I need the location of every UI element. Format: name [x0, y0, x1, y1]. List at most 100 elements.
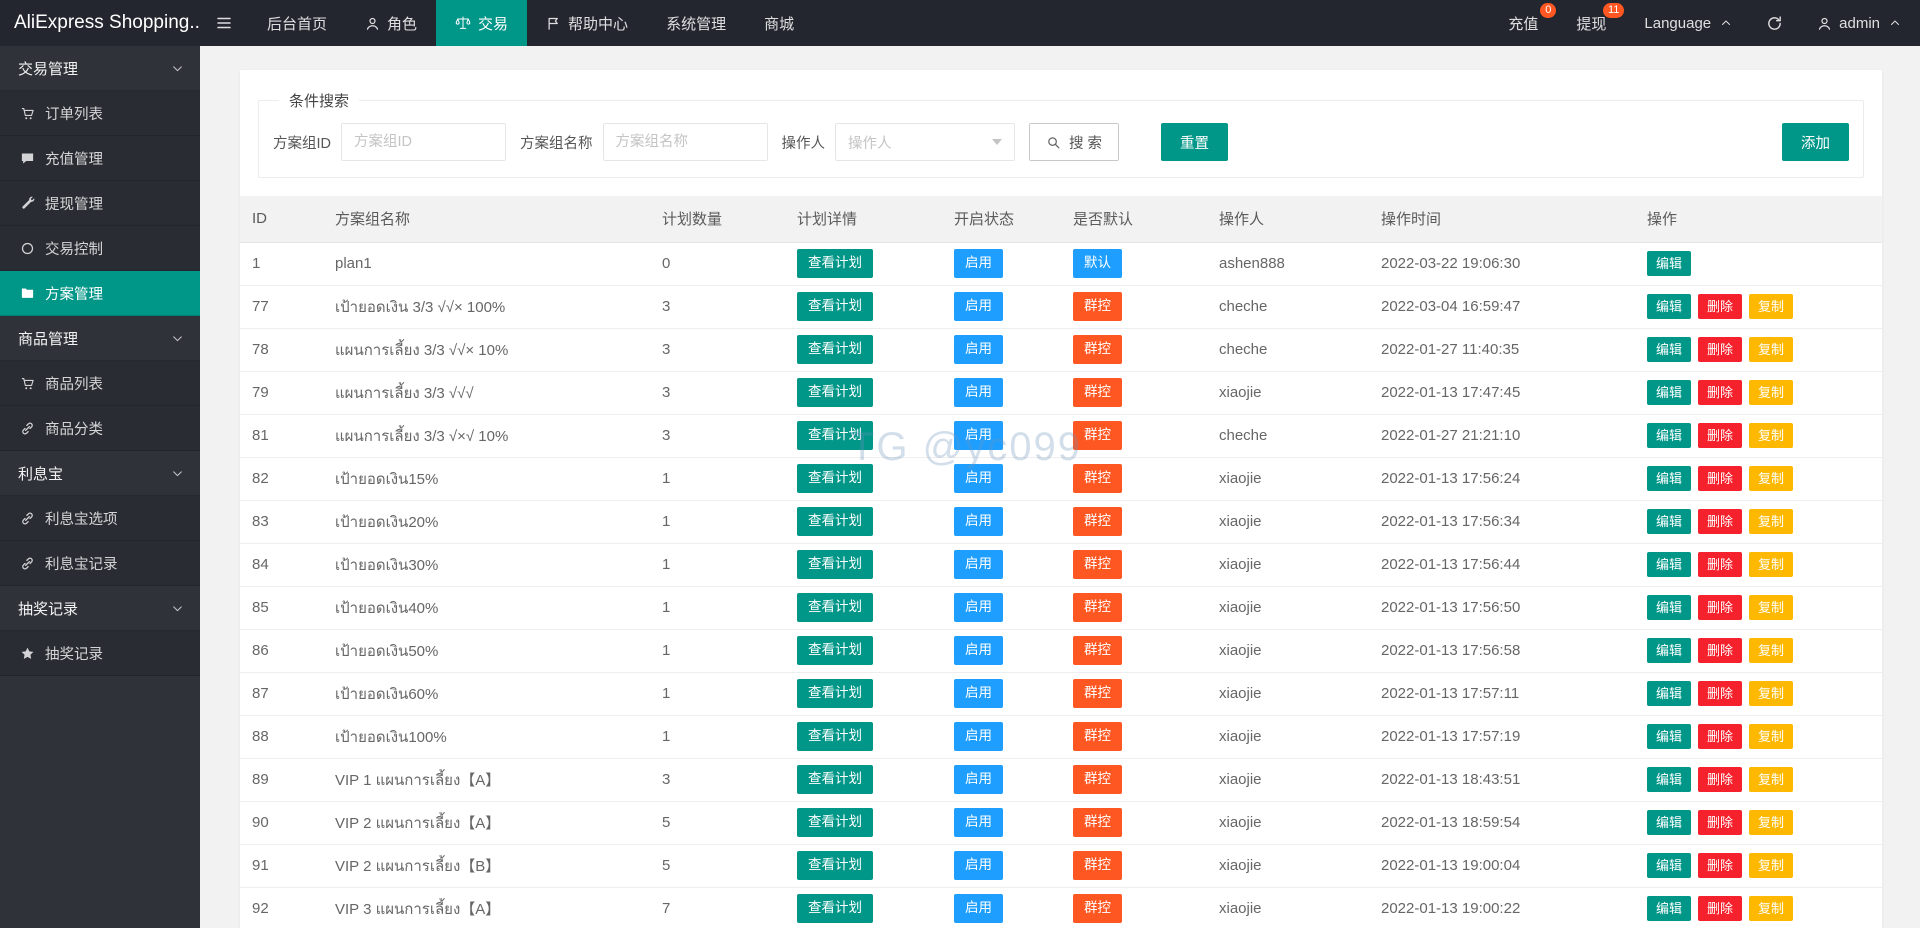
group-control-badge[interactable]: 群控 [1073, 464, 1122, 492]
sidebar-item-goods-list[interactable]: 商品列表 [0, 361, 200, 406]
view-plan-button[interactable]: 查看计划 [797, 378, 873, 406]
copy-button[interactable]: 复制 [1749, 466, 1793, 492]
refresh-button[interactable] [1751, 0, 1798, 46]
delete-button[interactable]: 删除 [1698, 853, 1742, 879]
language-dropdown[interactable]: Language [1625, 0, 1751, 46]
edit-button[interactable]: 编辑 [1647, 552, 1691, 578]
nav-tab-system[interactable]: 系统管理 [647, 0, 745, 46]
view-plan-button[interactable]: 查看计划 [797, 894, 873, 922]
copy-button[interactable]: 复制 [1749, 552, 1793, 578]
view-plan-button[interactable]: 查看计划 [797, 679, 873, 707]
status-enabled-button[interactable]: 启用 [954, 851, 1003, 879]
view-plan-button[interactable]: 查看计划 [797, 335, 873, 363]
delete-button[interactable]: 删除 [1698, 337, 1742, 363]
sidebar-item-goods-group[interactable]: 商品管理 [0, 316, 200, 361]
delete-button[interactable]: 删除 [1698, 552, 1742, 578]
status-enabled-button[interactable]: 启用 [954, 679, 1003, 707]
status-enabled-button[interactable]: 启用 [954, 249, 1003, 277]
copy-button[interactable]: 复制 [1749, 810, 1793, 836]
sidebar-item-interest-group[interactable]: 利息宝 [0, 451, 200, 496]
view-plan-button[interactable]: 查看计划 [797, 808, 873, 836]
group-control-badge[interactable]: 群控 [1073, 851, 1122, 879]
group-control-badge[interactable]: 群控 [1073, 292, 1122, 320]
status-enabled-button[interactable]: 启用 [954, 636, 1003, 664]
view-plan-button[interactable]: 查看计划 [797, 851, 873, 879]
delete-button[interactable]: 删除 [1698, 896, 1742, 922]
edit-button[interactable]: 编辑 [1647, 681, 1691, 707]
delete-button[interactable]: 删除 [1698, 724, 1742, 750]
status-enabled-button[interactable]: 启用 [954, 464, 1003, 492]
view-plan-button[interactable]: 查看计划 [797, 765, 873, 793]
status-enabled-button[interactable]: 启用 [954, 593, 1003, 621]
delete-button[interactable]: 删除 [1698, 466, 1742, 492]
default-badge[interactable]: 默认 [1073, 249, 1122, 277]
sidebar-item-interest-options[interactable]: 利息宝选项 [0, 496, 200, 541]
edit-button[interactable]: 编辑 [1647, 767, 1691, 793]
group-control-badge[interactable]: 群控 [1073, 550, 1122, 578]
view-plan-button[interactable]: 查看计划 [797, 464, 873, 492]
nav-tab-mall[interactable]: 商城 [745, 0, 813, 46]
sidebar-item-trade-control[interactable]: 交易控制 [0, 226, 200, 271]
edit-button[interactable]: 编辑 [1647, 853, 1691, 879]
edit-button[interactable]: 编辑 [1647, 294, 1691, 320]
group-control-badge[interactable]: 群控 [1073, 378, 1122, 406]
recharge-link[interactable]: 充值 0 [1489, 0, 1557, 46]
operator-select[interactable]: 操作人 [835, 123, 1015, 161]
group-control-badge[interactable]: 群控 [1073, 894, 1122, 922]
view-plan-button[interactable]: 查看计划 [797, 249, 873, 277]
user-menu[interactable]: admin [1798, 0, 1920, 46]
plan-group-id-input[interactable] [341, 123, 506, 161]
sidebar-item-plan-manage[interactable]: 方案管理 [0, 271, 200, 316]
copy-button[interactable]: 复制 [1749, 767, 1793, 793]
view-plan-button[interactable]: 查看计划 [797, 507, 873, 535]
search-button[interactable]: 搜 索 [1029, 123, 1119, 161]
delete-button[interactable]: 删除 [1698, 380, 1742, 406]
edit-button[interactable]: 编辑 [1647, 337, 1691, 363]
copy-button[interactable]: 复制 [1749, 681, 1793, 707]
copy-button[interactable]: 复制 [1749, 294, 1793, 320]
status-enabled-button[interactable]: 启用 [954, 507, 1003, 535]
edit-button[interactable]: 编辑 [1647, 810, 1691, 836]
sidebar-item-withdraw-manage[interactable]: 提现管理 [0, 181, 200, 226]
status-enabled-button[interactable]: 启用 [954, 335, 1003, 363]
group-control-badge[interactable]: 群控 [1073, 507, 1122, 535]
copy-button[interactable]: 复制 [1749, 423, 1793, 449]
copy-button[interactable]: 复制 [1749, 595, 1793, 621]
status-enabled-button[interactable]: 启用 [954, 421, 1003, 449]
plan-group-name-input[interactable] [603, 123, 768, 161]
sidebar-item-interest-records[interactable]: 利息宝记录 [0, 541, 200, 586]
view-plan-button[interactable]: 查看计划 [797, 421, 873, 449]
sidebar-item-recharge-manage[interactable]: 充值管理 [0, 136, 200, 181]
group-control-badge[interactable]: 群控 [1073, 765, 1122, 793]
view-plan-button[interactable]: 查看计划 [797, 722, 873, 750]
nav-tab-trade[interactable]: 交易 [436, 0, 527, 46]
collapse-sidebar-button[interactable] [200, 0, 248, 46]
copy-button[interactable]: 复制 [1749, 337, 1793, 363]
group-control-badge[interactable]: 群控 [1073, 421, 1122, 449]
status-enabled-button[interactable]: 启用 [954, 292, 1003, 320]
edit-button[interactable]: 编辑 [1647, 251, 1691, 277]
edit-button[interactable]: 编辑 [1647, 509, 1691, 535]
sidebar-item-trade-group[interactable]: 交易管理 [0, 46, 200, 91]
copy-button[interactable]: 复制 [1749, 509, 1793, 535]
sidebar-item-order-list[interactable]: 订单列表 [0, 91, 200, 136]
view-plan-button[interactable]: 查看计划 [797, 292, 873, 320]
edit-button[interactable]: 编辑 [1647, 638, 1691, 664]
view-plan-button[interactable]: 查看计划 [797, 550, 873, 578]
sidebar-item-lottery-records[interactable]: 抽奖记录 [0, 631, 200, 676]
delete-button[interactable]: 删除 [1698, 767, 1742, 793]
status-enabled-button[interactable]: 启用 [954, 722, 1003, 750]
status-enabled-button[interactable]: 启用 [954, 550, 1003, 578]
edit-button[interactable]: 编辑 [1647, 595, 1691, 621]
edit-button[interactable]: 编辑 [1647, 423, 1691, 449]
withdraw-link[interactable]: 提现 11 [1557, 0, 1625, 46]
group-control-badge[interactable]: 群控 [1073, 679, 1122, 707]
edit-button[interactable]: 编辑 [1647, 380, 1691, 406]
edit-button[interactable]: 编辑 [1647, 896, 1691, 922]
delete-button[interactable]: 删除 [1698, 294, 1742, 320]
delete-button[interactable]: 删除 [1698, 638, 1742, 664]
view-plan-button[interactable]: 查看计划 [797, 636, 873, 664]
delete-button[interactable]: 删除 [1698, 595, 1742, 621]
nav-tab-roles[interactable]: 角色 [346, 0, 436, 46]
copy-button[interactable]: 复制 [1749, 380, 1793, 406]
